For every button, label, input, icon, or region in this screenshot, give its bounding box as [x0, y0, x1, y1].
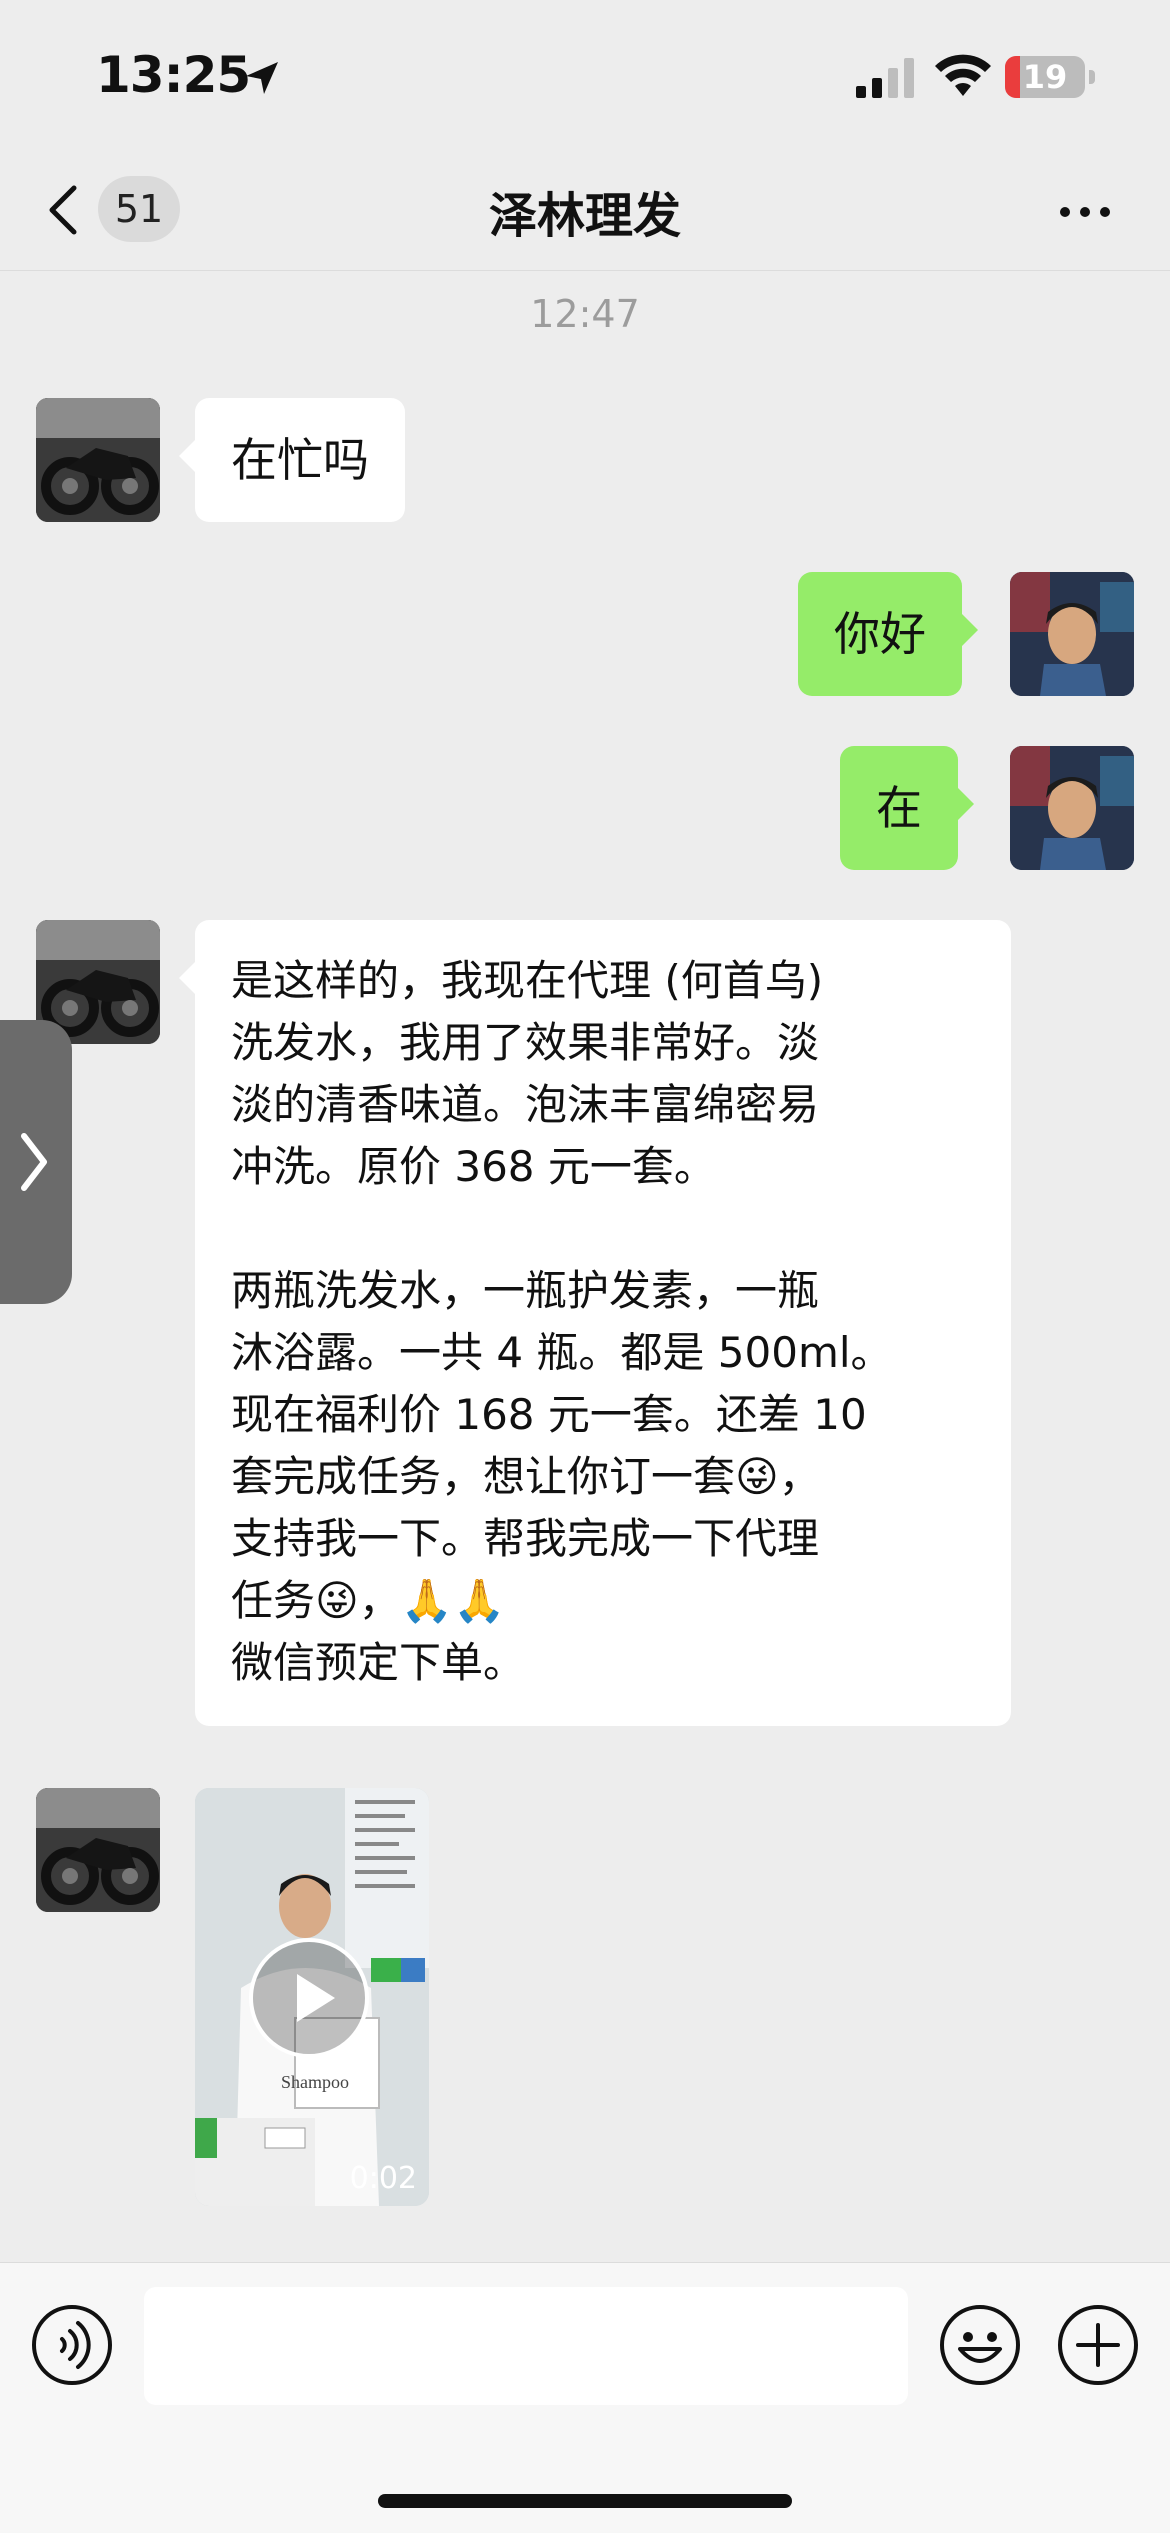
back-button[interactable]: 51	[40, 172, 190, 246]
person-avatar-image	[1010, 746, 1134, 870]
wifi-icon	[935, 54, 991, 96]
message-input[interactable]	[144, 2287, 908, 2405]
person-avatar-image	[1010, 572, 1134, 696]
status-time: 13:25	[96, 46, 251, 104]
contact-avatar[interactable]	[36, 398, 160, 522]
status-bar: 13:25 19	[0, 0, 1170, 150]
emoji-icon[interactable]	[938, 2303, 1022, 2387]
battery-icon: 19	[1005, 56, 1097, 98]
message-timestamp: 12:47	[530, 292, 640, 336]
chat-title: 泽林理发	[488, 188, 681, 244]
message-bubble-outgoing[interactable]: 你好	[798, 572, 978, 696]
message-bubble-incoming[interactable]: 在忙吗	[179, 398, 405, 522]
more-icon	[1060, 207, 1070, 217]
plus-icon[interactable]	[1056, 2303, 1140, 2387]
motorcycle-avatar-image	[36, 1788, 160, 1912]
play-icon[interactable]	[249, 1938, 369, 2058]
message-bubble-outgoing[interactable]: 在	[840, 746, 974, 870]
shampoo-box-label: Shampoo	[281, 2072, 349, 2092]
home-indicator[interactable]	[378, 2494, 792, 2508]
video-duration: 0:02	[349, 2161, 417, 2196]
side-pull-tab[interactable]	[0, 1020, 72, 1304]
motorcycle-avatar-image	[36, 398, 160, 522]
my-avatar[interactable]	[1010, 746, 1134, 870]
video-message[interactable]: Shampoo 0:02	[195, 1788, 429, 2206]
unread-count-badge: 51	[98, 176, 180, 242]
message-bubble-incoming[interactable]: 是这样的，我现在代理 (何首乌) 洗发水，我用了效果非常好。淡 淡的清香味道。泡…	[179, 920, 1011, 1726]
contact-avatar[interactable]	[36, 1788, 160, 1912]
voice-icon[interactable]	[30, 2303, 114, 2387]
more-options-button[interactable]	[1050, 180, 1120, 240]
chat-header: 51 泽林理发	[0, 150, 1170, 271]
my-avatar[interactable]	[1010, 572, 1134, 696]
location-arrow-icon	[246, 62, 278, 94]
chevron-right-icon	[21, 1133, 47, 1191]
signal-icon	[856, 58, 914, 98]
battery-percent: 19	[1022, 58, 1068, 96]
input-bar	[0, 2262, 1170, 2533]
back-chevron-icon	[49, 185, 77, 235]
